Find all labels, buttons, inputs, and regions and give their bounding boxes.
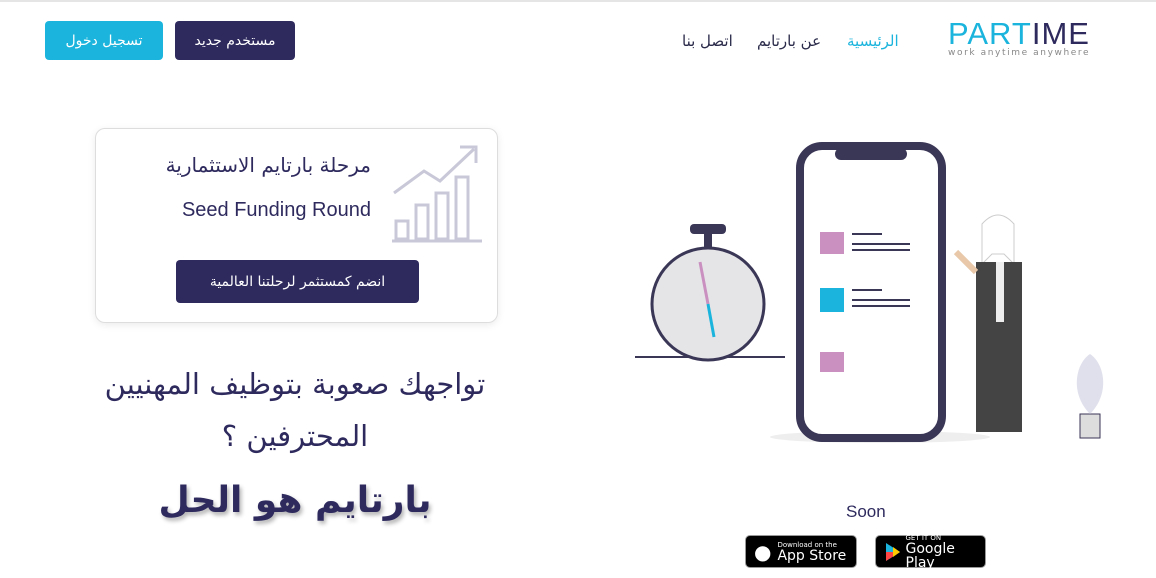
hero-illustration: [635, 142, 1104, 443]
logo-accent: IME: [1031, 16, 1090, 51]
soon-label: Soon: [846, 502, 886, 521]
app-store-badge[interactable]: ● Download on the App Store: [745, 535, 857, 568]
logo[interactable]: PARTIME work anytime anywhere: [948, 16, 1090, 58]
new-user-button[interactable]: مستخدم جديد: [175, 21, 295, 60]
investment-card: مرحلة بارتايم الاستثمارية Seed Funding R…: [95, 128, 498, 323]
apple-icon: ●: [754, 539, 772, 564]
nav-about[interactable]: عن بارتايم: [757, 32, 821, 50]
appstore-big-text: App Store: [777, 547, 847, 564]
nav-contact[interactable]: اتصل بنا: [682, 32, 733, 50]
logo-tagline: work anytime anywhere: [948, 48, 1091, 58]
card-title: مرحلة بارتايم الاستثمارية: [165, 153, 371, 177]
nav-home[interactable]: الرئيسية: [847, 32, 899, 50]
logo-text: PART: [948, 16, 1032, 51]
card-subtitle: Seed Funding Round: [181, 199, 371, 221]
play-icon: [886, 542, 900, 561]
join-investor-button[interactable]: انضم كمستثمر لرحلتنا العالمية: [176, 260, 419, 303]
growth-chart-icon: [392, 145, 482, 243]
hero-question: تواجهك صعوبة بتوظيف المهنيين المحترفين ؟: [104, 367, 486, 453]
login-button[interactable]: تسجيل دخول: [45, 21, 163, 60]
play-big-text: Google Play: [905, 540, 955, 571]
google-play-badge[interactable]: GET IT ON Google Play: [875, 534, 986, 571]
hero-answer: بارتايم هو الحل: [158, 480, 432, 521]
